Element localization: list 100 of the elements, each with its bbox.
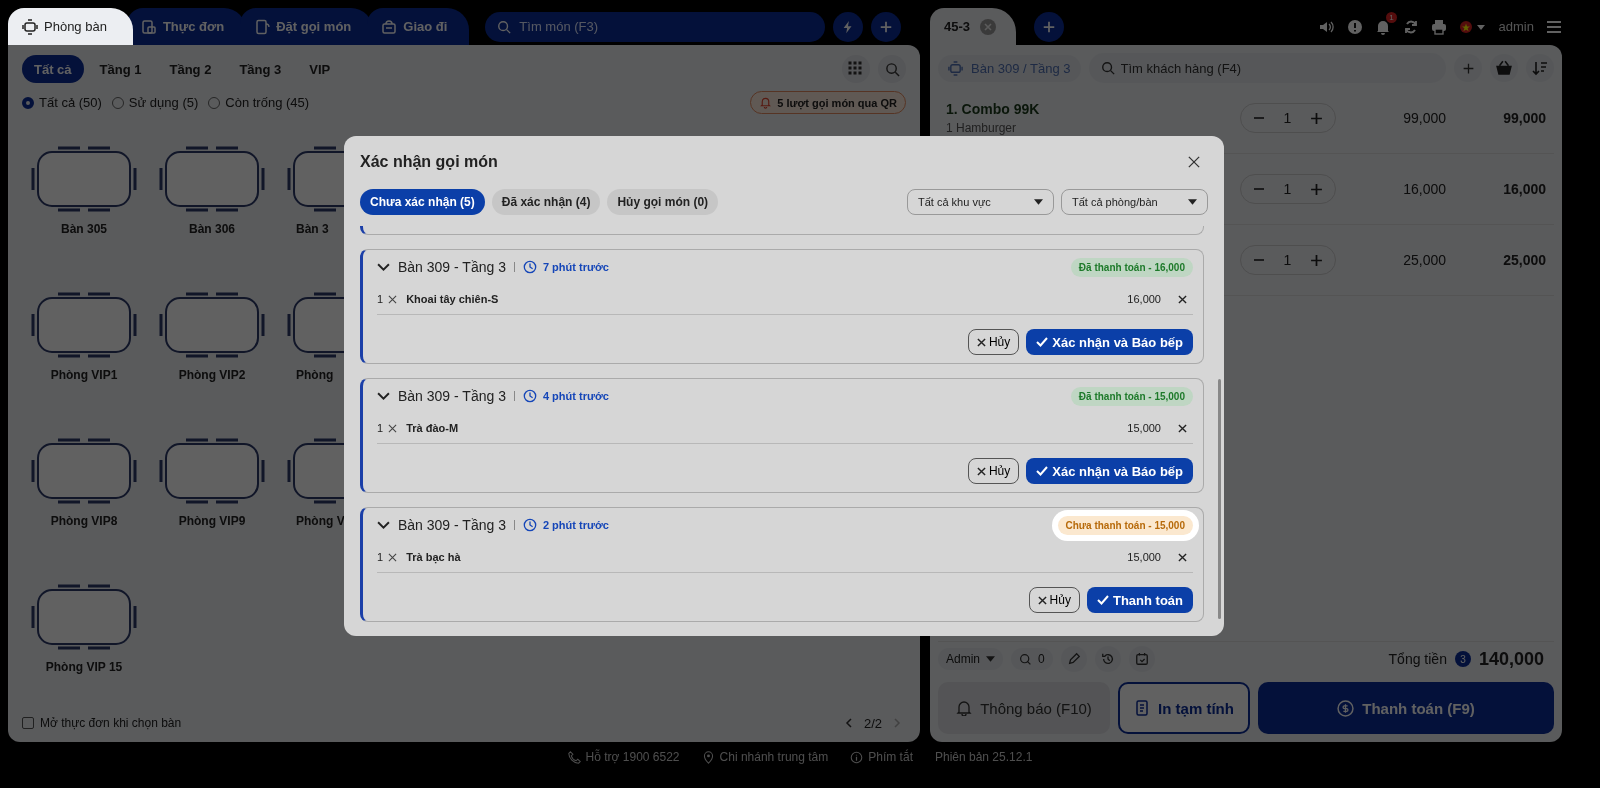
phone-icon	[254, 18, 271, 35]
add-button[interactable]	[871, 11, 902, 42]
status-tab[interactable]: Đã xác nhận (4)	[491, 189, 601, 215]
print-bill-button[interactable]: In tạm tính	[1118, 682, 1250, 734]
item-name: Trà đào-M	[406, 422, 459, 434]
info-icon	[850, 750, 864, 764]
grid-view-button[interactable]	[842, 55, 870, 83]
remove-icon[interactable]	[1178, 552, 1187, 562]
notify-button[interactable]: Thông báo (F10)	[938, 682, 1110, 734]
cancel-button[interactable]: Hủy	[967, 458, 1020, 484]
payment-status-badge: Đã thanh toán - 15,000	[1070, 386, 1193, 406]
status-radio[interactable]: Tất cả (50)	[22, 95, 102, 110]
status-link[interactable]: Phím tắt	[850, 750, 913, 764]
confirm-button[interactable]: Xác nhận và Báo bếp	[1026, 329, 1193, 355]
dollar-icon	[1337, 699, 1355, 717]
plus-icon[interactable]	[1310, 253, 1323, 267]
confirm-button[interactable]: Thanh toán	[1086, 587, 1193, 613]
pencil-icon	[1066, 652, 1081, 666]
cancel-button[interactable]: Hủy	[967, 329, 1020, 355]
order-time: 7 phút trước	[542, 261, 609, 273]
floor-tab[interactable]: Tất cả	[22, 55, 84, 83]
status-tab[interactable]: Hủy gọi món (0)	[607, 189, 719, 215]
payment-status-badge: Đã thanh toán - 16,000	[1070, 257, 1193, 277]
line-total: 99,000	[1502, 110, 1546, 126]
close-icon[interactable]	[1188, 156, 1200, 168]
status-tab[interactable]: Chưa xác nhận (5)	[360, 189, 485, 215]
history-icon	[1100, 652, 1115, 666]
add-order-button[interactable]	[1034, 11, 1064, 42]
qr-order-notice[interactable]: 5 lượt gọi món qua QR	[750, 91, 906, 114]
guest-count-button[interactable]: 0	[1011, 648, 1053, 670]
close-icon	[976, 337, 986, 347]
floor-tab[interactable]: Tầng 2	[157, 55, 224, 83]
search-field[interactable]: Tìm món (F3)	[485, 11, 826, 42]
status-link[interactable]: Chi nhánh trung tâm	[701, 750, 829, 764]
plus-icon[interactable]	[1310, 111, 1323, 125]
order-table: Bàn 309 - Tầng 3	[398, 388, 506, 404]
chevron-left-icon	[843, 718, 854, 728]
table-chip[interactable]: Bàn 309 / Tầng 3	[938, 54, 1081, 82]
edit-button[interactable]	[1060, 646, 1087, 672]
order-time: 4 phút trước	[542, 390, 609, 402]
confirm-button[interactable]: Xác nhận và Báo bếp	[1026, 458, 1193, 484]
location-icon	[701, 750, 715, 764]
basket-button[interactable]	[1490, 54, 1518, 82]
item-quantity: 1	[377, 293, 384, 305]
status-link[interactable]: Hỗ trợ 1900 6522	[567, 750, 680, 764]
search-icon	[884, 61, 900, 77]
floor-tab[interactable]: VIP	[297, 55, 343, 83]
page-indicator: 2/2	[863, 715, 882, 731]
item-name: 1. Combo 99K	[946, 101, 1041, 117]
plus-icon	[1042, 19, 1056, 34]
customer-search-field[interactable]: Tìm khách hàng (F4)	[1088, 53, 1446, 83]
caret-icon	[1188, 199, 1197, 205]
status-radio[interactable]: Sử dụng (5)	[111, 95, 199, 110]
scrollbar[interactable]	[1218, 379, 1221, 619]
chevron-down-icon[interactable]	[377, 391, 390, 401]
calendar-button[interactable]	[1128, 646, 1155, 672]
area-select[interactable]: Tất cả khu vực	[907, 189, 1054, 215]
history-button[interactable]	[1094, 646, 1121, 672]
grid-icon	[848, 61, 864, 77]
remove-icon[interactable]	[1178, 423, 1187, 433]
item-count-badge: 3	[1454, 651, 1471, 667]
multiply-icon	[388, 294, 398, 304]
cancel-button[interactable]: Hủy	[1028, 587, 1080, 613]
order-table: Bàn 309 - Tầng 3	[398, 259, 506, 275]
search-button[interactable]	[878, 55, 906, 83]
calendar-icon	[1134, 652, 1149, 666]
status-radio[interactable]: Còn trống (45)	[208, 95, 310, 110]
menu-icon[interactable]	[1546, 18, 1562, 35]
order-tab-label: 45-3	[944, 19, 971, 34]
notification-badge: 1	[1386, 11, 1397, 23]
chevron-right-icon	[892, 718, 902, 728]
order-table: Bàn 309 - Tầng 3	[398, 517, 506, 533]
refresh-icon[interactable]	[1402, 18, 1419, 35]
open-menu-checkbox[interactable]: Mở thực đơn khi chọn bàn	[22, 716, 182, 730]
flag-dropdown-icon[interactable]	[1458, 19, 1487, 34]
table-select[interactable]: Tất cả phòng/bàn	[1061, 189, 1208, 215]
add-customer-button[interactable]	[1454, 54, 1482, 82]
flash-button[interactable]	[833, 11, 864, 42]
printer-icon[interactable]	[1430, 18, 1447, 35]
plus-icon[interactable]	[1310, 182, 1323, 196]
floor-tab[interactable]: Tầng 1	[87, 55, 154, 83]
user-name[interactable]: admin	[1498, 19, 1534, 34]
status-link[interactable]: Phiên bản 25.12.1	[934, 750, 1033, 764]
table-icon	[22, 18, 38, 35]
staff-dropdown[interactable]: Admin	[938, 648, 1003, 670]
sort-button[interactable]	[1526, 54, 1554, 82]
table-name: Bàn 306	[189, 222, 235, 236]
info-icon[interactable]	[1346, 18, 1363, 35]
plus-icon	[1461, 61, 1475, 75]
payment-button[interactable]: Thanh toán (F9)	[1258, 682, 1554, 734]
chevron-down-icon[interactable]	[377, 262, 390, 272]
remove-icon[interactable]	[1178, 294, 1187, 304]
quantity-value: 1	[1283, 181, 1292, 197]
nav-tab[interactable]: Giao đi	[367, 8, 470, 45]
chevron-down-icon[interactable]	[377, 520, 390, 530]
floor-tab[interactable]: Tầng 3	[227, 55, 294, 83]
item-price: 15,000	[1127, 551, 1161, 563]
nav-tab[interactable]: Phòng bàn	[8, 8, 133, 45]
order-tab[interactable]: 45-3	[930, 8, 1016, 45]
clock-icon	[522, 260, 537, 274]
